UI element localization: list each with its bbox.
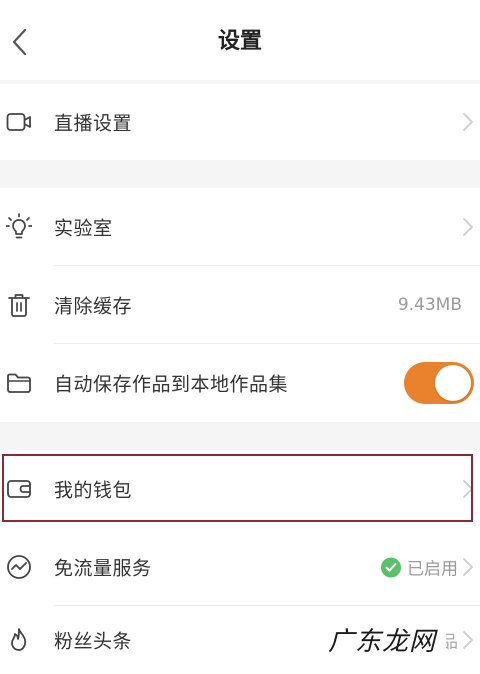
watermark-text: 广东龙网	[317, 615, 446, 664]
chevron-right-icon	[463, 113, 473, 131]
settings-row-lab[interactable]: 实验室	[0, 188, 480, 266]
settings-row-label: 实验室	[54, 217, 113, 240]
check-circle-icon	[381, 557, 401, 577]
flame-icon	[6, 627, 32, 653]
settings-row-autosave: 自动保存作品到本地作品集	[0, 344, 480, 422]
page-title: 设置	[217, 29, 262, 54]
settings-row-live[interactable]: 直播设置	[0, 84, 480, 160]
autosave-toggle[interactable]	[404, 362, 474, 404]
settings-row-label: 我的钱包	[54, 479, 133, 502]
settings-row-data-service[interactable]: 免流量服务 已启用	[0, 528, 480, 606]
settings-row-wallet[interactable]: 我的钱包	[0, 450, 480, 528]
settings-row-clear-cache[interactable]: 清除缓存 9.43MB	[0, 266, 480, 344]
speed-gauge-icon	[6, 554, 32, 580]
section-gap	[0, 160, 480, 188]
trash-icon	[6, 292, 32, 318]
settings-row-label: 免流量服务	[54, 557, 152, 580]
chevron-right-icon	[463, 218, 473, 236]
section-gap	[0, 422, 480, 450]
toggle-knob	[435, 365, 471, 401]
wallet-icon	[6, 476, 32, 502]
lightbulb-icon	[6, 213, 32, 240]
folder-icon	[6, 370, 32, 396]
settings-row-label: 自动保存作品到本地作品集	[54, 373, 289, 396]
settings-row-label: 清除缓存	[54, 295, 133, 318]
header: 设置	[0, 0, 480, 80]
video-camera-icon	[6, 109, 32, 135]
settings-row-label: 直播设置	[54, 112, 133, 135]
chevron-right-icon	[463, 480, 473, 498]
chevron-right-icon	[463, 631, 473, 649]
status-badge: 已启用	[381, 555, 458, 580]
settings-row-label: 粉丝头条	[54, 630, 133, 653]
chevron-right-icon	[463, 558, 473, 576]
cache-size-value: 9.43MB	[397, 295, 462, 315]
status-text: 已启用	[407, 559, 458, 580]
